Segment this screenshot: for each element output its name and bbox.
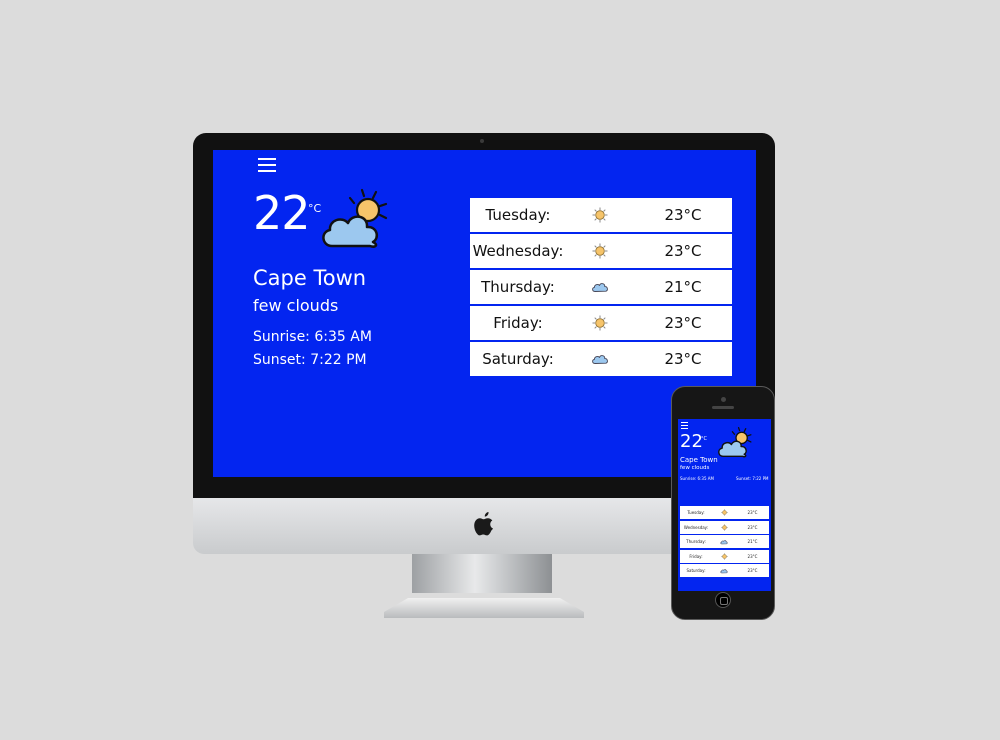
menu-icon[interactable] bbox=[258, 158, 276, 172]
forecast-temp: 23°C bbox=[747, 568, 758, 573]
cloud-icon bbox=[720, 568, 728, 573]
sun-icon bbox=[592, 315, 608, 331]
sunset-time: Sunset: 7:22 PM bbox=[253, 352, 367, 368]
temperature-unit: °C bbox=[701, 436, 707, 442]
sun-icon bbox=[592, 243, 608, 259]
current-temperature: 22 bbox=[253, 186, 311, 240]
imac-stand-neck bbox=[412, 554, 552, 593]
forecast-day: Wednesday: bbox=[683, 524, 709, 530]
sunrise-time: Sunrise: 6:35 AM bbox=[680, 476, 714, 481]
forecast-day: Saturday: bbox=[686, 568, 706, 573]
forecast-temp: 21°C bbox=[747, 539, 758, 544]
forecast-row: Saturday: 23°C bbox=[680, 564, 769, 577]
weather-description: few clouds bbox=[680, 465, 710, 471]
forecast-row: Friday: 23°C bbox=[470, 306, 732, 340]
sun-behind-cloud-icon bbox=[718, 426, 752, 458]
sun-icon bbox=[592, 207, 608, 223]
forecast-day: Thursday: bbox=[686, 539, 706, 544]
home-button[interactable] bbox=[715, 592, 731, 608]
forecast-temp: 23°C bbox=[664, 206, 702, 224]
city-name: Cape Town bbox=[253, 266, 367, 290]
forecast-row: Wednesday: 23°C bbox=[470, 234, 732, 268]
sunrise-time: Sunrise: 6:35 AM bbox=[253, 329, 372, 345]
forecast-day: Tuesday: bbox=[687, 510, 705, 515]
forecast-table: Tuesday: 23°C Wednesday: 23°C Thursday: … bbox=[680, 506, 769, 579]
forecast-temp: 23°C bbox=[747, 524, 758, 530]
weather-description: few clouds bbox=[253, 296, 339, 315]
forecast-day: Saturday: bbox=[482, 350, 554, 368]
forecast-row: Tuesday: 23°C bbox=[680, 506, 769, 519]
phone-camera bbox=[721, 397, 726, 402]
forecast-row: Friday: 23°C bbox=[680, 549, 769, 563]
forecast-row: Saturday: 23°C bbox=[470, 342, 732, 376]
cloud-icon bbox=[592, 355, 608, 364]
forecast-temp: 23°C bbox=[747, 553, 758, 559]
forecast-temp: 23°C bbox=[747, 510, 758, 515]
imac-stand-foot bbox=[384, 598, 584, 618]
current-temperature: 22 bbox=[680, 431, 703, 452]
sunset-time: Sunset: 7:22 PM bbox=[736, 476, 769, 481]
forecast-row: Thursday: 21°C bbox=[470, 270, 732, 304]
forecast-temp: 23°C bbox=[664, 314, 702, 332]
camera bbox=[480, 139, 484, 143]
city-name: Cape Town bbox=[680, 456, 718, 464]
menu-icon[interactable] bbox=[681, 422, 688, 429]
sun-behind-cloud-icon bbox=[322, 188, 388, 248]
mobile-weather-app: 22 °C Cape Town few clouds Sunrise: 6:35… bbox=[678, 419, 771, 591]
forecast-day: Thursday: bbox=[481, 278, 555, 296]
forecast-day: Tuesday: bbox=[485, 206, 551, 224]
forecast-day: Wednesday: bbox=[472, 242, 564, 260]
forecast-row: Thursday: 21°C bbox=[680, 535, 769, 548]
sun-icon bbox=[720, 509, 728, 516]
cloud-icon bbox=[720, 539, 728, 544]
forecast-table: Tuesday: 23°C Wednesday: 23°C Thursday: … bbox=[470, 198, 732, 378]
forecast-day: Friday: bbox=[493, 314, 543, 332]
sun-icon bbox=[720, 552, 728, 560]
sun-icon bbox=[720, 523, 728, 531]
apple-logo-icon bbox=[474, 512, 493, 536]
phone-speaker bbox=[712, 406, 734, 409]
forecast-temp: 21°C bbox=[664, 278, 702, 296]
forecast-temp: 23°C bbox=[664, 350, 702, 368]
forecast-temp: 23°C bbox=[664, 242, 702, 260]
cloud-icon bbox=[592, 283, 608, 292]
forecast-row: Tuesday: 23°C bbox=[470, 198, 732, 232]
forecast-row: Wednesday: 23°C bbox=[680, 520, 769, 534]
forecast-day: Friday: bbox=[689, 553, 703, 559]
